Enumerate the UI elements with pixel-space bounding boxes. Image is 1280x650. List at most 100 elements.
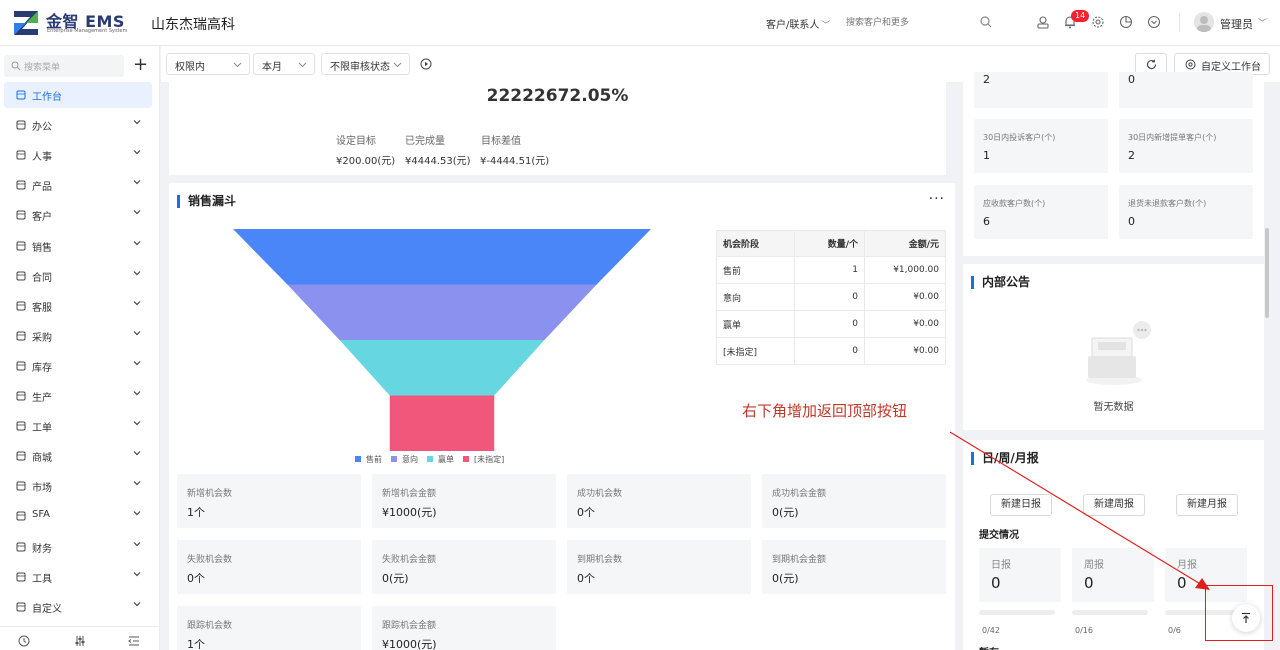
avatar[interactable] bbox=[1194, 12, 1214, 32]
funnel-table-header: 机会阶段 数量/个 金额/元 bbox=[716, 230, 946, 257]
target-completion-percent: 22222672.05% bbox=[486, 86, 629, 106]
stat-tracked-opportunity-amount[interactable]: 跟踪机会金额 ¥1000(元) bbox=[372, 606, 556, 650]
sidebar-item-finance[interactable]: 财务 bbox=[4, 534, 152, 560]
stat-lost-opportunity-amount[interactable]: 失败机会金额 0(元) bbox=[372, 540, 556, 594]
contacts-icon[interactable] bbox=[1036, 15, 1050, 29]
legend-item[interactable]: [未指定] bbox=[463, 454, 504, 465]
menu-search-input[interactable]: 搜索菜单 bbox=[4, 55, 124, 77]
stat-label: 跟踪机会金额 bbox=[382, 621, 437, 631]
stat-lost-opportunities[interactable]: 失败机会数 0个 bbox=[177, 540, 361, 594]
settings-icon bbox=[1185, 59, 1196, 70]
sliders-icon[interactable] bbox=[74, 635, 86, 647]
stage-cell: 售前 bbox=[716, 256, 795, 284]
sidebar-item-service[interactable]: 客服 bbox=[4, 293, 152, 319]
sidebar-item-purchase[interactable]: 采购 bbox=[4, 323, 152, 349]
legend-item[interactable]: 赢单 bbox=[427, 454, 454, 465]
difference-label: 目标差值 bbox=[481, 136, 521, 147]
sidebar-item-office[interactable]: 办公 bbox=[4, 112, 152, 138]
shield-icon[interactable] bbox=[1147, 15, 1161, 29]
legend-item[interactable]: 意向 bbox=[391, 454, 418, 465]
amount-cell: ¥1,000.00 bbox=[864, 256, 946, 284]
sidebar: 搜索菜单 + 工作台办公人事产品客户销售合同客服采购库存生产工单商城市场 SFA 财… bbox=[0, 46, 160, 650]
stat-won-opportunities[interactable]: 成功机会数 0个 bbox=[567, 474, 751, 528]
sidebar-item-market[interactable]: 市场 bbox=[4, 473, 152, 499]
funnel-segment[interactable] bbox=[339, 340, 545, 396]
sidebar-item-tools[interactable]: 工具 bbox=[4, 564, 152, 590]
review-status-select[interactable]: 不限审核状态 bbox=[321, 53, 410, 75]
legend-item[interactable]: 售前 bbox=[355, 454, 382, 465]
sidebar-item-customer[interactable]: 客户 bbox=[4, 202, 152, 228]
amount-cell: ¥0.00 bbox=[864, 337, 946, 365]
legend-label: 售前 bbox=[366, 455, 382, 464]
legend-label: [未指定] bbox=[474, 455, 505, 464]
collapse-menu-icon[interactable] bbox=[128, 635, 140, 647]
sidebar-item-contract[interactable]: 合同 bbox=[4, 263, 152, 289]
target-card: 22222672.05% 设定目标 已完成量 目标差值 ¥200.00(元) ¥… bbox=[169, 82, 946, 175]
completed-label: 已完成量 bbox=[405, 136, 445, 147]
sidebar-item-mall[interactable]: 商城 bbox=[4, 443, 152, 469]
customer-stat[interactable]: 2 bbox=[974, 72, 1108, 108]
chevron-down-icon bbox=[233, 62, 242, 68]
stat-value: 6 bbox=[983, 215, 990, 228]
table-row[interactable]: 售前 1 ¥1,000.00 bbox=[716, 256, 946, 284]
sidebar-item-label: 客户 bbox=[32, 212, 52, 224]
customer-stat[interactable]: 0 bbox=[1119, 72, 1253, 108]
table-row[interactable]: 赢单 0 ¥0.00 bbox=[716, 310, 946, 338]
search-icon[interactable] bbox=[980, 16, 992, 28]
purchase-icon bbox=[16, 331, 26, 341]
sidebar-item-label: 工单 bbox=[32, 423, 52, 435]
customer-stat[interactable]: 30日内投诉客户(个) 1 bbox=[974, 119, 1108, 173]
user-name[interactable]: 管理员 bbox=[1220, 16, 1253, 32]
user-chevron-down-icon[interactable]: ﹀ bbox=[1258, 16, 1267, 29]
contract-icon bbox=[16, 271, 26, 281]
gear-icon[interactable] bbox=[1091, 15, 1105, 29]
sidebar-item-dashboard[interactable]: 工作台 bbox=[4, 82, 152, 108]
scope-select[interactable]: 权限内 bbox=[166, 53, 250, 75]
funnel-segment[interactable] bbox=[233, 229, 651, 285]
more-options-icon[interactable]: ··· bbox=[929, 191, 945, 207]
stat-label: 到期机会数 bbox=[577, 555, 623, 565]
weekly-progress-text: 0/16 bbox=[1075, 626, 1093, 635]
stat-new-opportunities[interactable]: 新增机会数 1个 bbox=[177, 474, 361, 528]
stat-expired-opportunities[interactable]: 到期机会数 0个 bbox=[567, 540, 751, 594]
sidebar-item-production[interactable]: 生产 bbox=[4, 383, 152, 409]
header-divider bbox=[1179, 14, 1180, 32]
scrollbar-thumb[interactable] bbox=[1265, 228, 1269, 318]
stage-cell: 赢单 bbox=[716, 310, 795, 338]
legend-swatch bbox=[391, 456, 397, 462]
sidebar-item-product[interactable]: 产品 bbox=[4, 172, 152, 198]
stat-tracked-opportunities[interactable]: 跟踪机会数 1个 bbox=[177, 606, 361, 650]
empty-state-text: 暂无数据 bbox=[1093, 402, 1134, 413]
sidebar-item-sfa[interactable]: SFA bbox=[4, 503, 152, 529]
stat-expired-opportunity-amount[interactable]: 到期机会金额 0(元) bbox=[762, 540, 946, 594]
table-row[interactable]: 意向 0 ¥0.00 bbox=[716, 283, 946, 311]
search-icon bbox=[11, 61, 21, 71]
customer-stat[interactable]: 30日内新增提单客户(个) 2 bbox=[1119, 119, 1253, 173]
sales-icon bbox=[16, 241, 26, 250]
sidebar-item-people[interactable]: 人事 bbox=[4, 142, 152, 168]
funnel-segment[interactable] bbox=[287, 284, 597, 341]
logo[interactable]: 金智 EMS Enterprise Management System bbox=[12, 9, 130, 37]
product-icon bbox=[16, 180, 26, 190]
sidebar-item-label: 自定义 bbox=[32, 603, 62, 615]
search-type-select[interactable]: 客户/联系人 ﹀ bbox=[766, 16, 830, 31]
table-row[interactable]: [未指定] 0 ¥0.00 bbox=[716, 337, 946, 365]
period-select[interactable]: 本月 bbox=[253, 53, 315, 75]
back-to-top-button[interactable] bbox=[1232, 604, 1260, 632]
global-search-input[interactable] bbox=[846, 17, 976, 27]
finance-icon bbox=[16, 542, 26, 551]
play-circle-icon[interactable] bbox=[420, 58, 432, 70]
stat-new-opportunity-amount[interactable]: 新增机会金额 ¥1000(元) bbox=[372, 474, 556, 528]
sidebar-item-inventory[interactable]: 库存 bbox=[4, 353, 152, 379]
pie-chart-icon[interactable] bbox=[1119, 15, 1133, 29]
sidebar-item-workorder[interactable]: 工单 bbox=[4, 413, 152, 439]
customer-stat[interactable]: 应收款客户数(个) 6 bbox=[974, 185, 1108, 239]
add-menu-button[interactable]: + bbox=[133, 54, 148, 76]
sidebar-item-sales[interactable]: 销售 bbox=[4, 233, 152, 259]
stat-won-opportunity-amount[interactable]: 成功机会金额 0(元) bbox=[762, 474, 946, 528]
customer-stat[interactable]: 退货未退款客户数(个) 0 bbox=[1119, 185, 1253, 239]
history-icon[interactable] bbox=[18, 635, 30, 647]
sidebar-item-custom[interactable]: 自定义 bbox=[4, 594, 152, 620]
funnel-segment[interactable] bbox=[389, 395, 495, 452]
page-scrollbar[interactable] bbox=[1265, 82, 1270, 650]
